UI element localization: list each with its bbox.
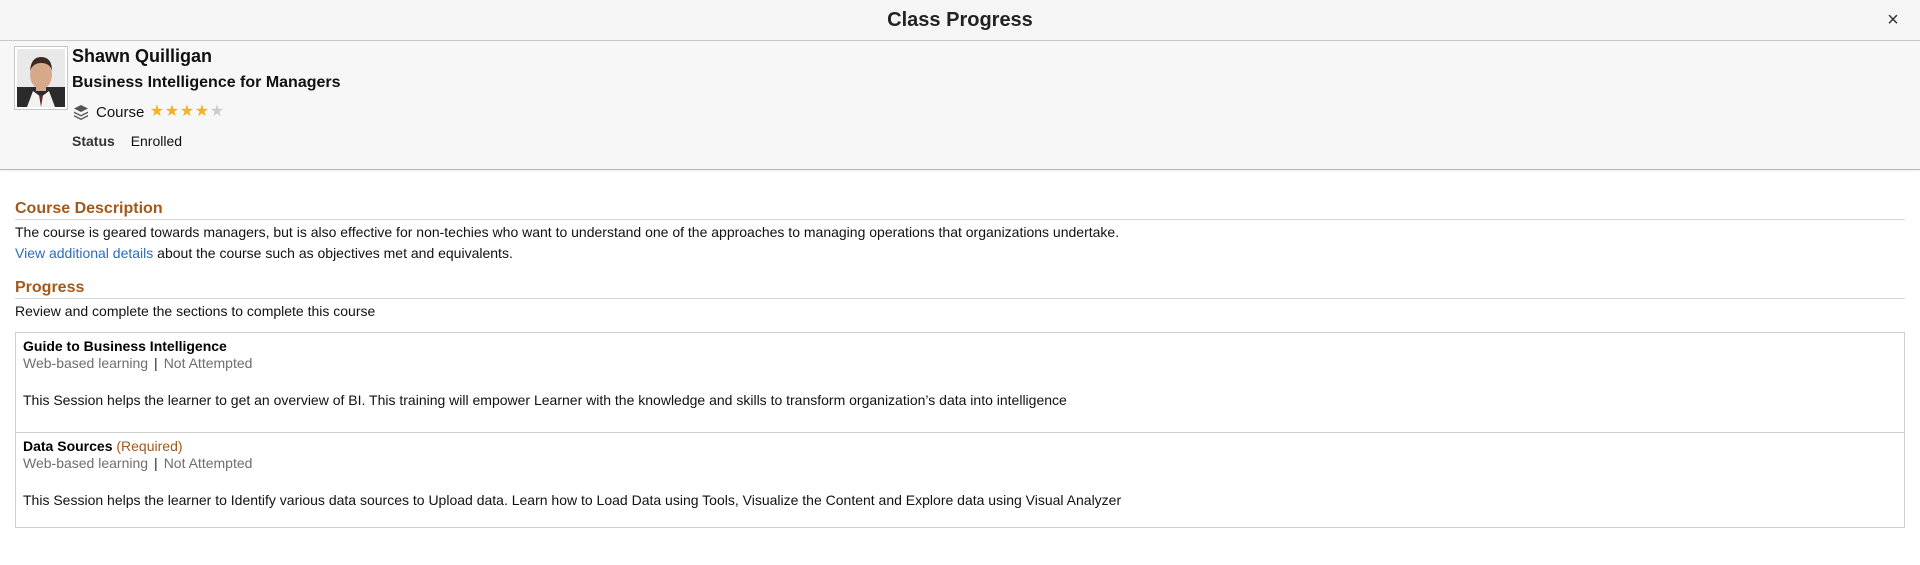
session-meta: Web-based learning | Not Attempted — [23, 355, 1897, 372]
star-filled-icon: ★ — [149, 103, 165, 120]
course-description-heading: Course Description — [15, 200, 1905, 220]
rating-stars: ★ ★ ★ ★ ★ — [149, 103, 224, 121]
star-filled-icon: ★ — [194, 103, 210, 120]
course-type-label: Course — [96, 103, 145, 121]
required-tag: (Required) — [116, 438, 183, 454]
course-title: Business Intelligence for Managers — [72, 74, 341, 91]
course-description-text: The course is geared towards managers, b… — [15, 224, 1120, 240]
star-empty-icon: ★ — [209, 103, 225, 120]
session-description: This Session helps the learner to get an… — [23, 392, 1067, 408]
star-filled-icon: ★ — [164, 103, 180, 120]
learner-header: Shawn Quilligan Business Intelligence fo… — [0, 41, 1920, 170]
dialog-title: Class Progress — [887, 9, 1033, 31]
avatar — [14, 46, 68, 110]
progress-heading: Progress — [15, 279, 1905, 299]
delivery-method: Web-based learning — [23, 355, 149, 371]
session-item[interactable]: Data Sources (Required) Web-based learni… — [16, 433, 1904, 527]
status-value: Enrolled — [130, 133, 183, 149]
session-item[interactable]: Guide to Business Intelligence Web-based… — [16, 333, 1904, 433]
session-meta: Web-based learning | Not Attempted — [23, 455, 1897, 472]
star-filled-icon: ★ — [179, 103, 195, 120]
meta-separator: | — [154, 355, 158, 371]
additional-details-line: View additional details about the course… — [15, 243, 1905, 264]
learner-name: Shawn Quilligan — [72, 46, 213, 66]
session-status: Not Attempted — [163, 355, 253, 371]
status-row: Status Enrolled — [72, 133, 182, 149]
view-additional-details-link[interactable]: View additional details — [15, 245, 153, 261]
status-label: Status — [72, 133, 115, 149]
close-icon[interactable]: × — [1881, 8, 1905, 32]
session-list: Guide to Business Intelligence Web-based… — [15, 332, 1905, 528]
course-type: Course ★ ★ ★ ★ ★ — [72, 102, 224, 122]
session-title: Guide to Business Intelligence — [23, 338, 227, 354]
person-photo-icon — [17, 49, 65, 107]
session-title: Data Sources (Required) — [23, 438, 183, 454]
delivery-method: Web-based learning — [23, 455, 149, 471]
dialog-title-bar: Class Progress × — [0, 0, 1920, 41]
main-content: Course Description The course is geared … — [15, 200, 1905, 528]
additional-details-suffix: about the course such as objectives met … — [153, 245, 513, 261]
stack-icon — [72, 103, 90, 121]
meta-separator: | — [154, 455, 158, 471]
session-description: This Session helps the learner to Identi… — [23, 492, 1122, 508]
progress-intro: Review and complete the sections to comp… — [15, 303, 376, 319]
session-status: Not Attempted — [163, 455, 253, 471]
